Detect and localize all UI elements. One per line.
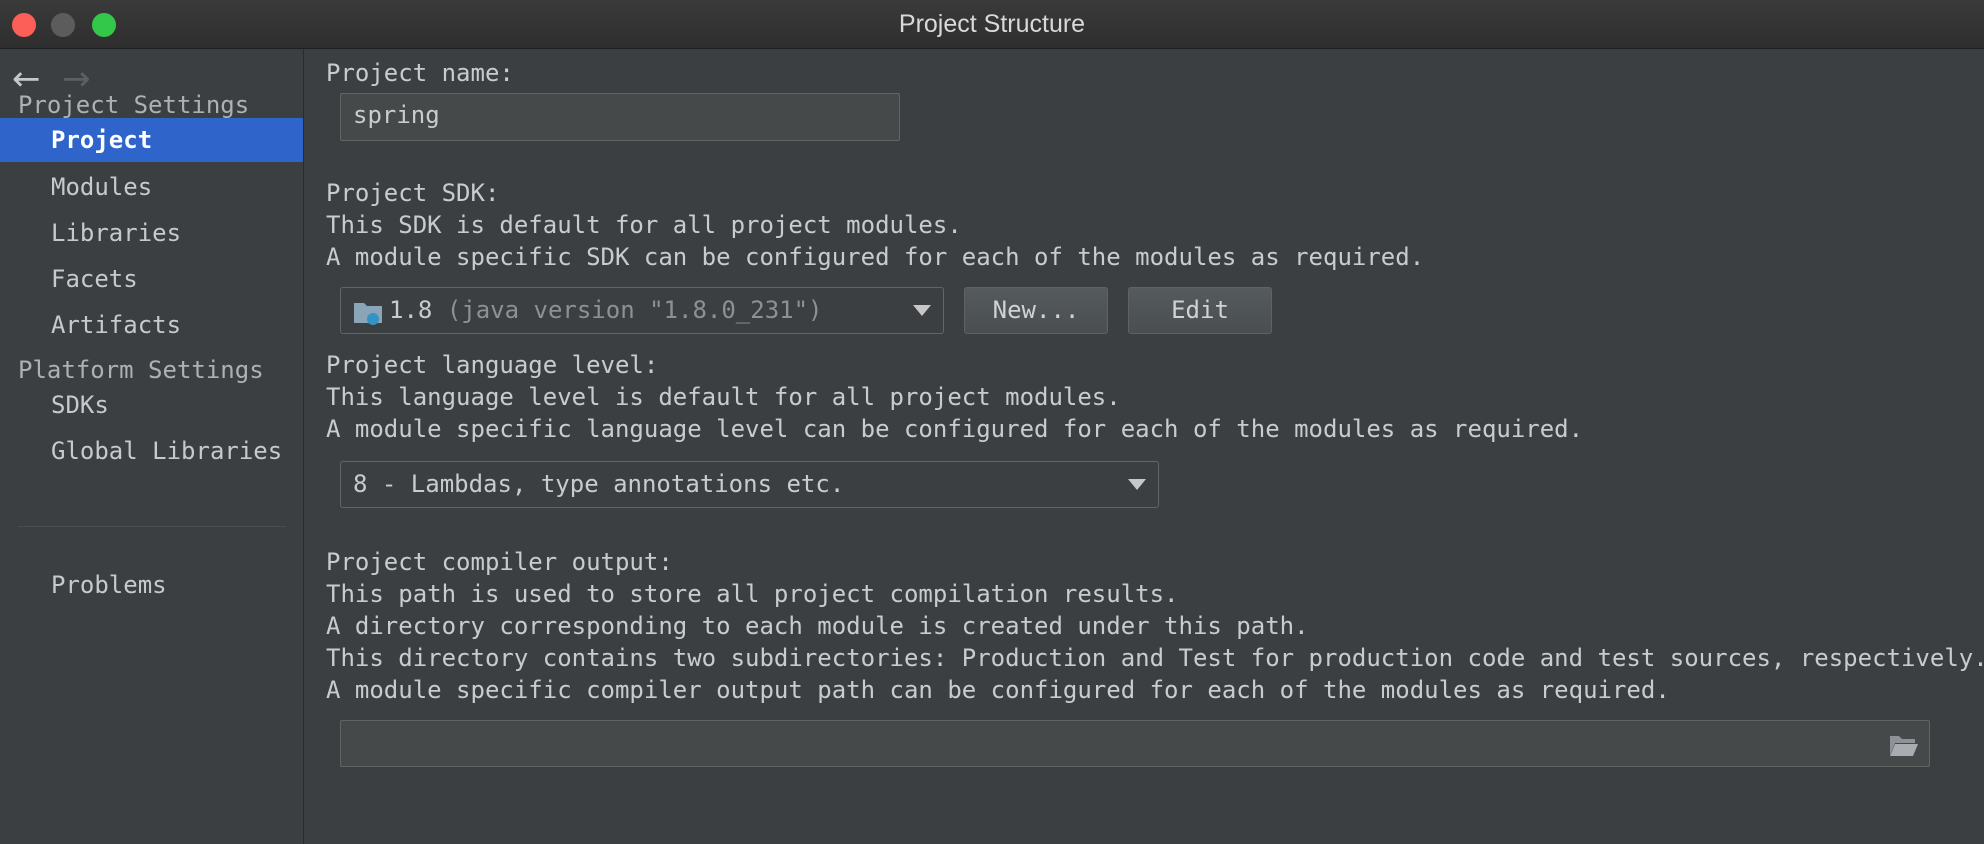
sdk-dropdown[interactable]: 1.8 (java version "1.8.0_231") — [340, 287, 944, 334]
window-title: Project Structure — [898, 10, 1086, 38]
sidebar-item-label: Facets — [51, 265, 138, 293]
project-sdk-label: Project SDK: — [326, 179, 500, 207]
sidebar-item-label: Global Libraries — [51, 437, 283, 465]
platform-settings-header: Platform Settings — [18, 356, 264, 384]
project-name-input[interactable]: spring — [340, 93, 900, 141]
compiler-output-line2: A directory corresponding to each module… — [326, 612, 1309, 640]
sdk-description-line1: This SDK is default for all project modu… — [326, 211, 962, 239]
sidebar-item-label: Libraries — [51, 219, 182, 247]
new-sdk-button[interactable]: New... — [964, 287, 1108, 334]
sdk-description-line2: A module specific SDK can be configured … — [326, 243, 1425, 271]
sidebar-item-facets[interactable]: Facets — [0, 257, 303, 301]
sdk-java-version: (java version "1.8.0_231") — [446, 296, 823, 324]
sidebar-item-artifacts[interactable]: Artifacts — [0, 303, 303, 347]
compiler-output-line1: This path is used to store all project c… — [326, 580, 1179, 608]
sidebar-item-label: Project — [51, 126, 153, 154]
project-name-value: spring — [353, 101, 440, 129]
sidebar: ← → Project Settings Project Modules Lib… — [0, 49, 304, 844]
chevron-down-icon — [1128, 479, 1146, 490]
language-level-dropdown[interactable]: 8 - Lambdas, type annotations etc. — [340, 461, 1159, 508]
compiler-output-line4: A module specific compiler output path c… — [326, 676, 1670, 704]
sidebar-item-sdks[interactable]: SDKs — [0, 383, 303, 427]
project-name-label: Project name: — [326, 59, 514, 87]
folder-icon — [353, 299, 383, 325]
sidebar-item-libraries[interactable]: Libraries — [0, 211, 303, 255]
project-settings-header: Project Settings — [18, 91, 250, 119]
sidebar-item-project[interactable]: Project — [0, 118, 303, 162]
project-settings-panel: Project name: spring Project SDK: This S… — [305, 49, 1984, 844]
sdk-version: 1.8 — [389, 296, 433, 324]
sidebar-item-label: Modules — [51, 173, 153, 201]
title-bar: Project Structure — [0, 0, 1984, 49]
edit-sdk-button[interactable]: Edit — [1128, 287, 1272, 334]
sidebar-item-problems[interactable]: Problems — [0, 563, 303, 607]
sidebar-item-global-libraries[interactable]: Global Libraries — [0, 429, 303, 473]
sidebar-item-label: Problems — [51, 571, 167, 599]
project-structure-window: Project Structure ← → Project Settings P… — [0, 0, 1984, 844]
compiler-output-input[interactable] — [340, 720, 1930, 767]
language-level-line1: This language level is default for all p… — [326, 383, 1121, 411]
sidebar-item-label: Artifacts — [51, 311, 182, 339]
chevron-down-icon — [913, 305, 931, 316]
language-level-line2: A module specific language level can be … — [326, 415, 1584, 443]
compiler-output-label: Project compiler output: — [326, 548, 673, 576]
sdk-selected-text: 1.8 (java version "1.8.0_231") — [389, 296, 823, 324]
sidebar-item-modules[interactable]: Modules — [0, 165, 303, 209]
sidebar-item-label: SDKs — [51, 391, 109, 419]
language-level-label: Project language level: — [326, 351, 659, 379]
folder-open-icon[interactable] — [1889, 733, 1919, 757]
compiler-output-line3: This directory contains two subdirectori… — [326, 644, 1984, 672]
sidebar-divider — [18, 526, 286, 527]
language-level-value: 8 - Lambdas, type annotations etc. — [353, 470, 845, 498]
